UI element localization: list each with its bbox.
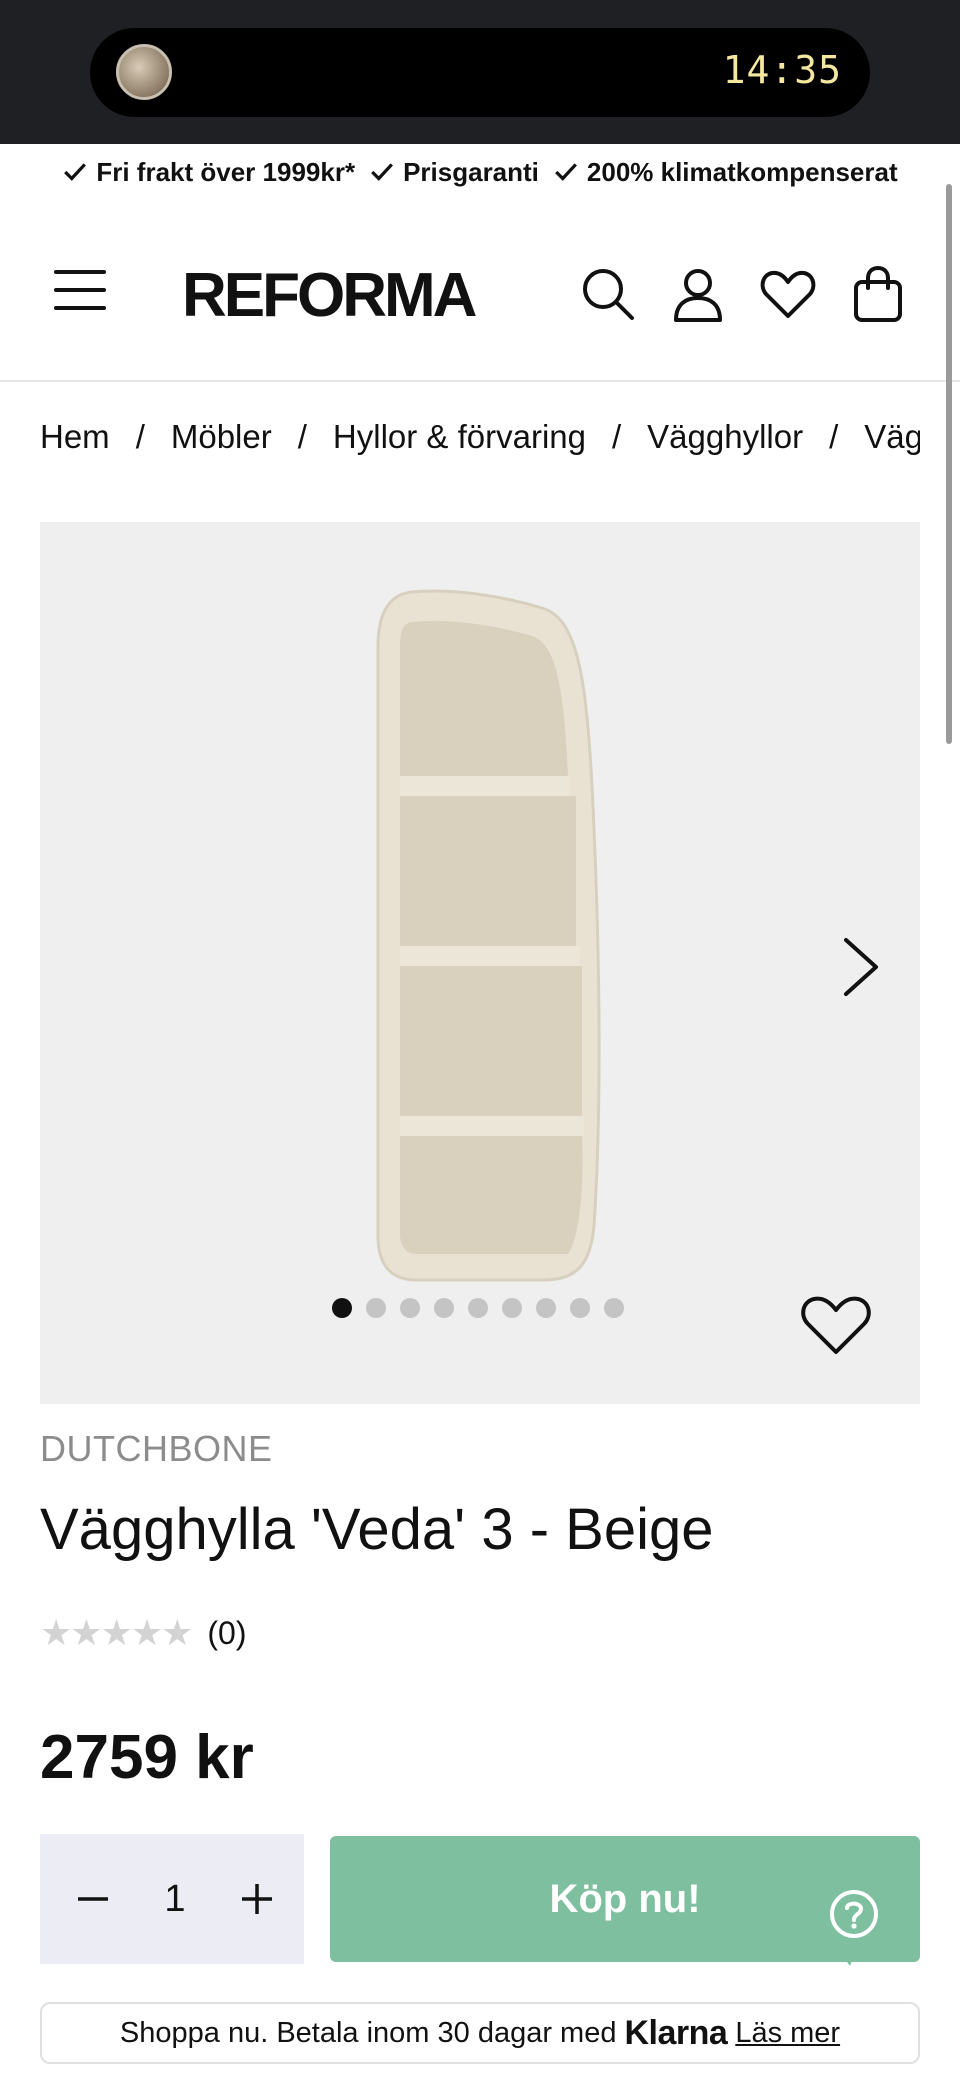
product-rating[interactable]: ★★★★★ (0) <box>40 1612 246 1654</box>
product-title: Vägghylla 'Veda' 3 - Beige <box>40 1497 714 1562</box>
usp-label: Prisgaranti <box>403 156 539 187</box>
plus-icon <box>242 1884 272 1914</box>
breadcrumb-separator: / <box>829 418 839 455</box>
minus-icon <box>78 1897 108 1901</box>
klarna-logo: Klarna <box>624 2013 728 2052</box>
breadcrumb-item-current: Vägghylla 'Veda' 3 - Beige <box>864 418 920 455</box>
breadcrumb-separator: / <box>135 418 145 455</box>
help-chat-icon[interactable] <box>810 1870 898 1970</box>
site-header: REFORMA <box>0 200 960 382</box>
buy-now-label: Köp nu! <box>549 1876 701 1921</box>
quantity-value[interactable]: 1 <box>140 1872 210 1926</box>
check-icon <box>555 163 577 181</box>
breadcrumb: Hem / Möbler / Hyllor & förvaring / Vägghyllor… <box>40 418 920 468</box>
gallery-dot[interactable] <box>434 1298 454 1318</box>
product-image <box>376 589 601 1282</box>
gallery-dot[interactable] <box>536 1298 556 1318</box>
status-bar: 14:35 <box>0 0 960 144</box>
dynamic-island: 14:35 <box>90 28 870 117</box>
breadcrumb-item[interactable]: Hyllor & förvaring <box>333 418 586 456</box>
status-time: 14:35 <box>722 48 842 92</box>
gallery-dot[interactable] <box>502 1298 522 1318</box>
heart-icon[interactable] <box>758 264 818 324</box>
breadcrumb-item[interactable]: Möbler <box>171 418 272 456</box>
bag-icon[interactable] <box>848 264 908 324</box>
usp-label: 200% klimatkompenserat <box>586 156 898 187</box>
live-activity-thumbnail <box>116 44 172 100</box>
check-icon <box>64 163 87 181</box>
klarna-read-more-link[interactable]: Läs mer <box>735 2017 840 2050</box>
usp-item: Prisgaranti <box>369 157 539 188</box>
breadcrumb-separator: / <box>297 418 307 455</box>
product-image-gallery[interactable] <box>40 522 920 1404</box>
gallery-dot[interactable] <box>468 1298 488 1318</box>
usp-item: Fri frakt över 1999kr* <box>62 157 355 188</box>
search-icon[interactable] <box>578 264 638 324</box>
menu-icon[interactable] <box>54 270 106 314</box>
quantity-stepper: 1 <box>40 1834 304 1964</box>
gallery-dot[interactable] <box>400 1298 420 1318</box>
usp-label: Fri frakt över 1999kr* <box>96 156 356 187</box>
usp-item: 200% klimatkompenserat <box>553 157 898 188</box>
scrollbar[interactable] <box>946 184 952 744</box>
breadcrumb-separator: / <box>611 418 622 455</box>
klarna-text: Shoppa nu. Betala inom 30 dagar med <box>119 2016 617 2049</box>
decrease-quantity-button[interactable] <box>66 1872 120 1926</box>
gallery-dot[interactable] <box>570 1298 590 1318</box>
logo[interactable]: REFORMA <box>182 260 477 331</box>
add-to-wishlist-icon[interactable] <box>798 1292 874 1358</box>
gallery-pagination <box>332 1298 624 1318</box>
chevron-right-icon[interactable] <box>838 934 884 1000</box>
increase-quantity-button[interactable] <box>230 1872 284 1926</box>
breadcrumb-item[interactable]: Vägghyllor <box>647 418 803 456</box>
klarna-banner: Shoppa nu. Betala inom 30 dagar med Klar… <box>40 2002 920 2064</box>
usp-bar: Fri frakt över 1999kr* Prisgaranti 200% … <box>0 144 960 200</box>
breadcrumb-item[interactable]: Hem <box>40 418 110 456</box>
review-count: (0) <box>207 1614 247 1651</box>
gallery-dot[interactable] <box>332 1298 352 1318</box>
check-icon <box>371 163 394 181</box>
gallery-dot[interactable] <box>366 1298 386 1318</box>
product-brand[interactable]: DUTCHBONE <box>40 1428 273 1470</box>
rating-stars-icon: ★★★★★ <box>40 1612 193 1653</box>
product-price: 2759 kr <box>40 1723 254 1792</box>
gallery-dot[interactable] <box>604 1298 624 1318</box>
account-icon[interactable] <box>668 264 728 324</box>
